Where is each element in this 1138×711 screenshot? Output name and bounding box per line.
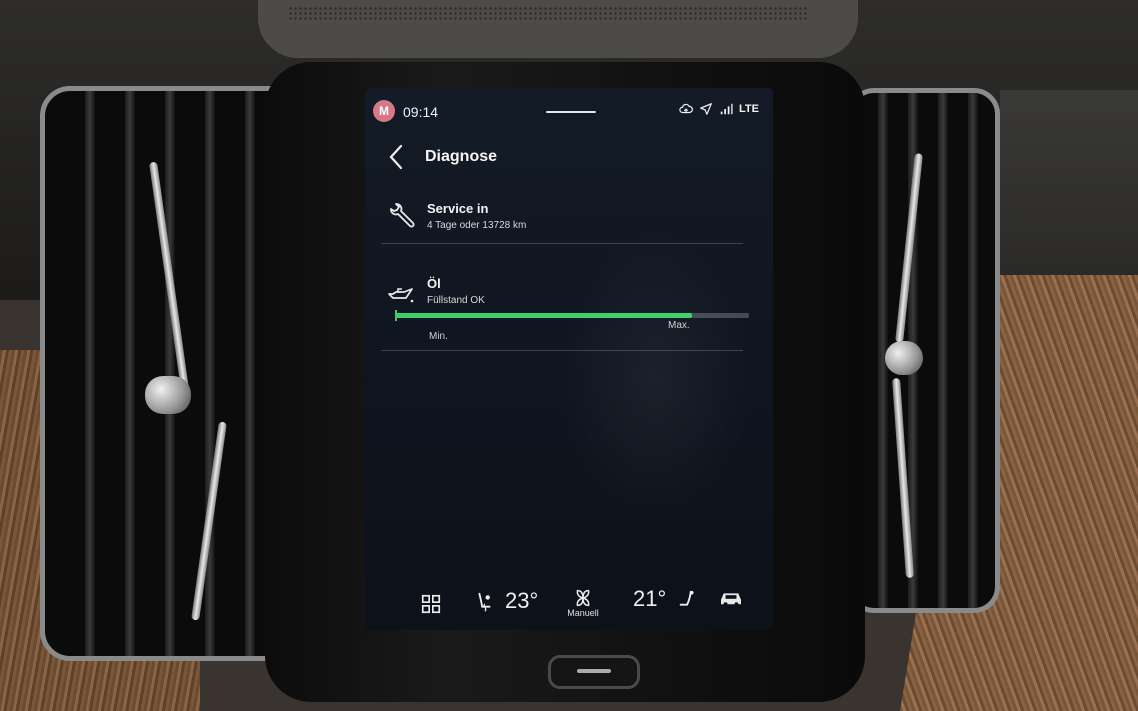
home-button[interactable] — [419, 592, 443, 616]
cloud-sync-icon — [679, 102, 693, 116]
navigation-arrow-icon — [699, 102, 713, 116]
fan-mode-label: Manuell — [567, 608, 599, 618]
oil-level-fill — [395, 313, 693, 318]
car-status-button[interactable] — [717, 586, 745, 608]
oil-status: Füllstand OK — [427, 295, 485, 306]
car-icon — [721, 593, 741, 607]
network-type: LTE — [739, 103, 759, 115]
oil-min-marker — [395, 310, 397, 321]
infotainment-screen: M 09:14 LTE Diagnose Service in 4 Tage o… — [365, 88, 773, 630]
chevron-left-icon — [389, 144, 403, 170]
oil-level-bar — [395, 313, 749, 318]
seat-heating-icon — [478, 592, 491, 612]
oil-title: Öl — [427, 276, 441, 291]
right-seat-button[interactable] — [675, 588, 701, 614]
drag-handle[interactable] — [546, 111, 596, 113]
avatar[interactable]: M — [373, 100, 395, 122]
clock: 09:14 — [403, 104, 439, 120]
divider — [381, 350, 743, 351]
fan-button[interactable]: Manuell — [563, 582, 603, 622]
left-temperature[interactable]: 23° — [505, 588, 538, 614]
climate-bar: 23° Manuell 21° — [365, 578, 773, 630]
vent-knob-right[interactable] — [885, 341, 923, 375]
center-console-handle — [548, 655, 640, 689]
dashboard-leather — [1000, 90, 1138, 290]
oil-can-icon — [385, 280, 417, 312]
air-vent-left — [40, 86, 302, 661]
left-seat-heating-button[interactable] — [471, 590, 497, 616]
oil-max-label: Max. — [668, 320, 690, 331]
right-temperature[interactable]: 21° — [633, 586, 666, 612]
wrench-icon — [385, 201, 417, 233]
status-icons: LTE — [679, 102, 759, 116]
air-vent-right — [848, 88, 1000, 613]
vent-knob-left[interactable] — [145, 376, 191, 414]
divider — [381, 243, 743, 244]
back-button[interactable] — [385, 142, 409, 172]
speaker-grille — [258, 0, 858, 58]
signal-bars-icon — [719, 102, 733, 116]
service-title: Service in — [427, 201, 489, 216]
service-row[interactable]: Service in 4 Tage oder 13728 km — [365, 193, 773, 243]
service-detail: 4 Tage oder 13728 km — [427, 220, 527, 231]
seat-icon — [679, 590, 694, 606]
status-bar: M 09:14 LTE — [365, 88, 773, 132]
oil-min-label: Min. — [429, 331, 448, 342]
page-title: Diagnose — [425, 148, 498, 165]
fan-icon — [576, 589, 590, 607]
app-grid-icon — [421, 594, 441, 614]
